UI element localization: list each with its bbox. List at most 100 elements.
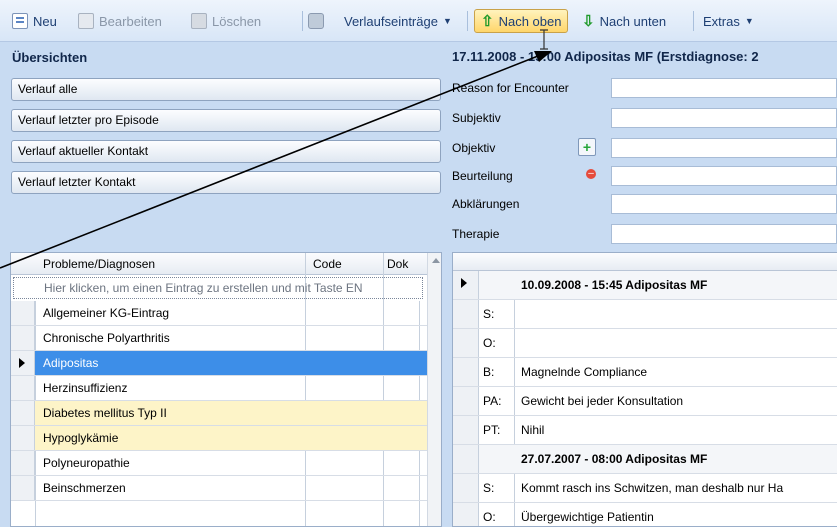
row-selector[interactable] xyxy=(453,300,479,328)
print-button[interactable] xyxy=(308,9,324,33)
arrow-up-icon: ⇧ xyxy=(481,13,494,30)
delete-button[interactable]: Löschen xyxy=(191,9,261,33)
column-header-doc[interactable]: Dok xyxy=(387,257,408,271)
entry-code: PA: xyxy=(479,387,515,415)
view-last-per-episode-button[interactable]: Verlauf letzter pro Episode xyxy=(11,109,441,132)
arrow-down-icon: ⇩ xyxy=(582,13,595,30)
scrollbar[interactable] xyxy=(427,253,441,526)
history-entries-label: Verlaufseinträge xyxy=(344,13,438,29)
field-label-therapy: Therapie xyxy=(452,227,500,241)
field-label-reason: Reason for Encounter xyxy=(452,81,569,95)
new-document-icon xyxy=(12,13,28,29)
subjective-field[interactable] xyxy=(611,108,837,128)
row-selector[interactable] xyxy=(453,445,479,473)
view-current-contact-button[interactable]: Verlauf aktueller Kontakt xyxy=(11,140,441,163)
problem-label: Beinschmerzen xyxy=(43,481,126,495)
history-grid-header xyxy=(453,253,837,271)
column-header-problems[interactable]: Probleme/Diagnosen xyxy=(43,257,155,271)
history-entry-row[interactable]: S: Kommt rasch ins Schwitzen, man deshalb… xyxy=(453,474,837,503)
new-button-label: Neu xyxy=(33,13,57,29)
row-selector[interactable] xyxy=(11,401,35,425)
row-selector[interactable] xyxy=(453,503,479,526)
history-group-label: 10.09.2008 - 15:45 Adipositas MF xyxy=(521,278,708,292)
field-label-objective: Objektiv xyxy=(452,141,496,155)
move-down-button[interactable]: ⇩ Nach unten xyxy=(582,9,666,33)
row-selector[interactable] xyxy=(453,358,479,386)
row-selector[interactable] xyxy=(453,329,479,357)
problem-row[interactable]: Beinschmerzen xyxy=(11,476,427,501)
row-pointer-icon xyxy=(461,278,467,288)
delete-button-label: Löschen xyxy=(212,13,262,29)
row-selector[interactable] xyxy=(453,271,479,299)
problems-grid: Probleme/Diagnosen Code Dok Hier klicken… xyxy=(10,252,442,527)
view-last-contact-button[interactable]: Verlauf letzter Kontakt xyxy=(11,171,441,194)
entry-code: O: xyxy=(479,503,515,526)
entry-code: S: xyxy=(479,474,515,502)
move-up-button[interactable]: ⇧ Nach oben xyxy=(474,9,569,33)
toolbar: Neu Bearbeiten Löschen Verlaufseinträge … xyxy=(0,0,837,42)
problem-row[interactable]: Chronische Polyarthritis xyxy=(11,326,427,351)
problem-row[interactable]: Herzinsuffizienz xyxy=(11,376,427,401)
reason-field[interactable] xyxy=(611,78,837,98)
row-selector[interactable] xyxy=(453,387,479,415)
problem-label: Herzinsuffizienz xyxy=(43,381,128,395)
history-entries-dropdown[interactable]: Verlaufseinträge ▼ xyxy=(344,9,452,33)
problem-label: Polyneuropathie xyxy=(43,456,130,470)
extras-dropdown[interactable]: Extras ▼ xyxy=(703,9,754,33)
add-icon[interactable]: + xyxy=(578,138,596,156)
chevron-down-icon: ▼ xyxy=(442,16,452,26)
delete-icon xyxy=(191,13,207,29)
history-entry-row[interactable]: O: xyxy=(453,329,837,358)
field-label-investigations: Abklärungen xyxy=(452,197,520,211)
problem-row[interactable]: Allgemeiner KG-Eintrag xyxy=(11,301,427,326)
overview-title: Übersichten xyxy=(12,50,88,65)
entry-code: B: xyxy=(479,358,515,386)
history-entry-row[interactable]: PT: Nihil xyxy=(453,416,837,445)
entry-code xyxy=(479,271,515,299)
history-grid: 10.09.2008 - 15:45 Adipositas MF S: O: B: Ma… xyxy=(452,252,837,527)
objective-field[interactable] xyxy=(611,138,837,158)
problem-row[interactable]: Diabetes mellitus Typ II xyxy=(11,401,427,426)
row-selector[interactable] xyxy=(11,301,35,325)
field-label-assessment: Beurteilung xyxy=(452,169,513,183)
assessment-field[interactable] xyxy=(611,166,837,186)
row-selector[interactable] xyxy=(11,326,35,350)
problem-row[interactable]: Polyneuropathie xyxy=(11,451,427,476)
problem-label: Adipositas xyxy=(43,356,99,370)
column-header-code[interactable]: Code xyxy=(313,257,342,271)
row-selector[interactable] xyxy=(453,416,479,444)
view-all-button[interactable]: Verlauf alle xyxy=(11,78,441,101)
printer-icon xyxy=(308,13,324,29)
entry-code: S: xyxy=(479,300,515,328)
row-selector[interactable] xyxy=(11,476,35,500)
problem-label: Hypoglykämie xyxy=(43,431,119,445)
history-group-row[interactable]: 27.07.2007 - 08:00 Adipositas MF xyxy=(453,445,837,474)
problem-label: Diabetes mellitus Typ II xyxy=(43,406,167,420)
scroll-up-icon[interactable] xyxy=(432,258,440,263)
history-group-row[interactable]: 10.09.2008 - 15:45 Adipositas MF xyxy=(453,271,837,300)
extras-label: Extras xyxy=(703,13,740,29)
row-selector[interactable] xyxy=(453,474,479,502)
history-entry-row[interactable]: S: xyxy=(453,300,837,329)
new-button[interactable]: Neu xyxy=(12,9,57,33)
entry-text: Kommt rasch ins Schwitzen, man deshalb n… xyxy=(521,481,784,495)
edit-button[interactable]: Bearbeiten xyxy=(78,9,162,33)
history-entry-row[interactable]: PA: Gewicht bei jeder Konsultation xyxy=(453,387,837,416)
history-entry-row[interactable]: B: Magnelnde Compliance xyxy=(453,358,837,387)
row-pointer-icon xyxy=(19,358,25,368)
row-selector[interactable] xyxy=(11,351,35,375)
history-entry-row[interactable]: O: Übergewichtige Patientin xyxy=(453,503,837,526)
problem-row[interactable]: Hypoglykämie xyxy=(11,426,427,451)
entry-code: O: xyxy=(479,329,515,357)
remove-icon[interactable]: – xyxy=(586,169,596,179)
toolbar-separator xyxy=(302,11,303,31)
row-selector[interactable] xyxy=(11,426,35,450)
edit-icon xyxy=(78,13,94,29)
investigations-field[interactable] xyxy=(611,194,837,214)
therapy-field[interactable] xyxy=(611,224,837,244)
entry-code: PT: xyxy=(479,416,515,444)
row-selector[interactable] xyxy=(11,376,35,400)
problem-row[interactable]: Adipositas xyxy=(11,351,427,376)
new-entry-row[interactable]: Hier klicken, um einen Eintrag zu erstel… xyxy=(13,277,423,299)
row-selector[interactable] xyxy=(11,451,35,475)
